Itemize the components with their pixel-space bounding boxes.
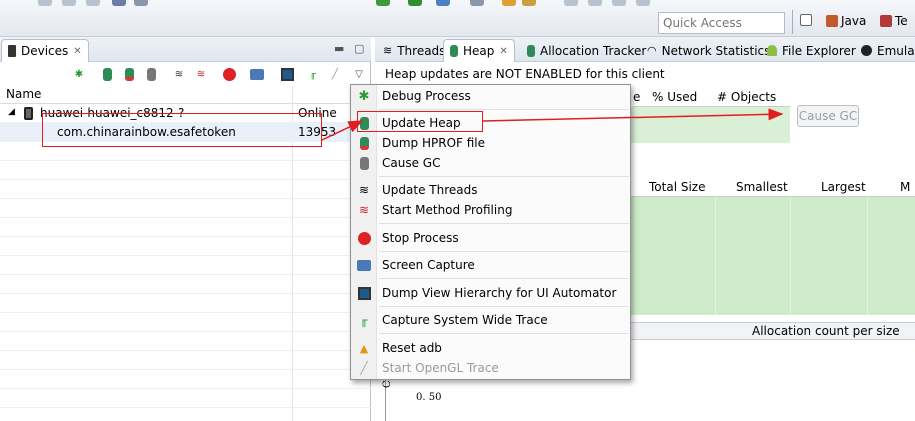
menu-item-stop-process[interactable]: Stop Process <box>351 228 630 248</box>
toolbar-icon[interactable] <box>134 0 148 6</box>
dump-hprof-icon <box>357 136 371 150</box>
menu-item-reset-adb[interactable]: ▲ Reset adb <box>351 338 630 358</box>
minimize-icon[interactable]: ▬ <box>334 42 344 55</box>
annotation-box-update-heap <box>357 111 483 132</box>
menu-item-debug-process[interactable]: ✱ Debug Process <box>351 86 630 106</box>
menu-item-screen-capture[interactable]: Screen Capture <box>351 255 630 275</box>
android-icon <box>767 45 777 56</box>
menu-item-start-method-profiling[interactable]: ≋ Start Method Profiling <box>351 200 630 220</box>
network-icon: ◠ <box>647 44 657 57</box>
method-profiling-icon: ≋ <box>358 203 370 217</box>
toolbar-icon[interactable] <box>112 0 126 6</box>
debug-bug-icon: ✱ <box>358 88 370 104</box>
devices-grid <box>0 104 371 408</box>
phone-icon <box>24 107 33 120</box>
perspective-java[interactable]: Java <box>826 14 866 28</box>
menu-item-dump-view-hierarchy[interactable]: Dump View Hierarchy for UI Automator <box>351 283 630 303</box>
perspective-open-icon[interactable] <box>800 14 812 26</box>
devices-toolbar: ✱ ≋ ≋ ╓ ╱ ▽ <box>0 62 371 86</box>
cause-gc-icon <box>357 156 371 170</box>
column-name[interactable]: Name <box>6 87 41 101</box>
heap-detail-header: Total Size Smallest Largest M <box>630 177 915 197</box>
view-menu-chevron-down-icon[interactable]: ▽ <box>352 66 366 82</box>
menu-item-update-threads[interactable]: ≋ Update Threads <box>351 180 630 200</box>
close-icon[interactable]: ✕ <box>499 46 507 57</box>
threads-icon: ≋ <box>383 44 393 57</box>
heap-status-message: Heap updates are NOT ENABLED for this cl… <box>385 67 665 81</box>
menu-item-cause-gc[interactable]: Cause GC <box>351 153 630 173</box>
opengl-trace-icon[interactable]: ╱ <box>328 66 342 82</box>
dump-view-hierarchy-icon[interactable] <box>280 66 294 82</box>
tab-emulator[interactable]: Emula <box>855 39 915 62</box>
toolbar-icon[interactable] <box>436 0 450 6</box>
update-heap-icon[interactable] <box>100 66 114 82</box>
java-perspective-icon <box>826 15 838 27</box>
devices-column-header: Name <box>0 86 371 104</box>
expand-triangle-icon[interactable]: ◢ <box>8 107 15 117</box>
stop-process-icon <box>357 231 371 245</box>
toolbar-icon[interactable] <box>612 0 626 6</box>
detail-tabbar: ≋ Threads Heap ✕ Allocation Tracker ◠ Ne… <box>375 37 915 62</box>
emulator-icon <box>861 45 872 56</box>
tab-threads[interactable]: ≋ Threads <box>377 39 451 62</box>
tab-file-explorer[interactable]: File Explorer <box>761 39 862 62</box>
maximize-icon[interactable]: ▢ <box>354 42 364 55</box>
tab-heap[interactable]: Heap ✕ <box>443 39 515 62</box>
toolbar-icon[interactable] <box>376 0 390 6</box>
toolbar-icon[interactable] <box>86 0 100 6</box>
allocation-chart-label: Allocation count per size <box>752 324 900 338</box>
reset-adb-warning-icon: ▲ <box>359 341 369 355</box>
close-icon[interactable]: ✕ <box>73 46 81 57</box>
devices-tabbar: Devices ✕ ▬ ▢ <box>0 37 371 62</box>
toolbar-icon[interactable] <box>408 0 422 6</box>
toolbar-icon[interactable] <box>588 0 602 6</box>
menu-item-start-opengl-trace: ╱ Start OpenGL Trace <box>351 358 630 378</box>
systrace-icon: ╓ <box>360 313 368 327</box>
tab-allocation-tracker[interactable]: Allocation Tracker <box>521 39 652 62</box>
systrace-icon[interactable]: ╓ <box>306 66 320 82</box>
screen-capture-icon[interactable] <box>250 66 264 82</box>
cause-gc-button[interactable]: Cause GC <box>797 105 859 127</box>
cause-gc-icon[interactable] <box>144 66 158 82</box>
toolbar-icon[interactable] <box>564 0 578 6</box>
dump-view-hierarchy-icon <box>357 286 371 300</box>
tab-devices[interactable]: Devices ✕ <box>1 39 89 62</box>
toolbar-icon[interactable] <box>38 0 52 6</box>
toolbar-icon[interactable] <box>522 0 536 6</box>
annotation-box-client <box>42 113 322 147</box>
toolbar-icon[interactable] <box>62 0 76 6</box>
toolbar-icon[interactable] <box>636 0 650 6</box>
heap-summary-header: e % Used # Objects <box>633 89 790 107</box>
main-toolbar: Java Te <box>0 0 915 37</box>
dump-hprof-icon[interactable] <box>122 66 136 82</box>
quick-access-input[interactable] <box>658 12 785 34</box>
opengl-trace-icon: ╱ <box>360 361 368 375</box>
screen-capture-icon <box>357 258 371 272</box>
devices-view: Devices ✕ ▬ ▢ ✱ ≋ ≋ ╓ ╱ ▽ Name ◢ huawei-… <box>0 37 371 421</box>
update-threads-icon: ≋ <box>358 183 370 197</box>
debug-bug-icon[interactable]: ✱ <box>72 66 86 82</box>
heap-icon <box>450 45 458 57</box>
toolbar-icon[interactable] <box>502 0 516 6</box>
perspective-team[interactable]: Te <box>880 14 908 28</box>
heap-summary-table <box>630 107 790 143</box>
team-perspective-icon <box>880 15 892 27</box>
heap-detail-table <box>630 197 915 315</box>
menu-item-dump-hprof[interactable]: Dump HPROF file <box>351 133 630 153</box>
menu-item-capture-systrace[interactable]: ╓ Capture System Wide Trace <box>351 310 630 330</box>
devices-icon <box>8 45 16 57</box>
allocation-icon <box>527 44 535 57</box>
stop-process-icon[interactable] <box>222 66 236 82</box>
y-tick-label: 0. 50 <box>416 392 442 403</box>
tab-network-statistics[interactable]: ◠ Network Statistics <box>641 39 776 62</box>
method-profiling-icon[interactable]: ≋ <box>194 66 208 82</box>
update-threads-icon[interactable]: ≋ <box>172 66 186 82</box>
toolbar-divider <box>792 10 793 34</box>
toolbar-icon[interactable] <box>470 0 484 6</box>
